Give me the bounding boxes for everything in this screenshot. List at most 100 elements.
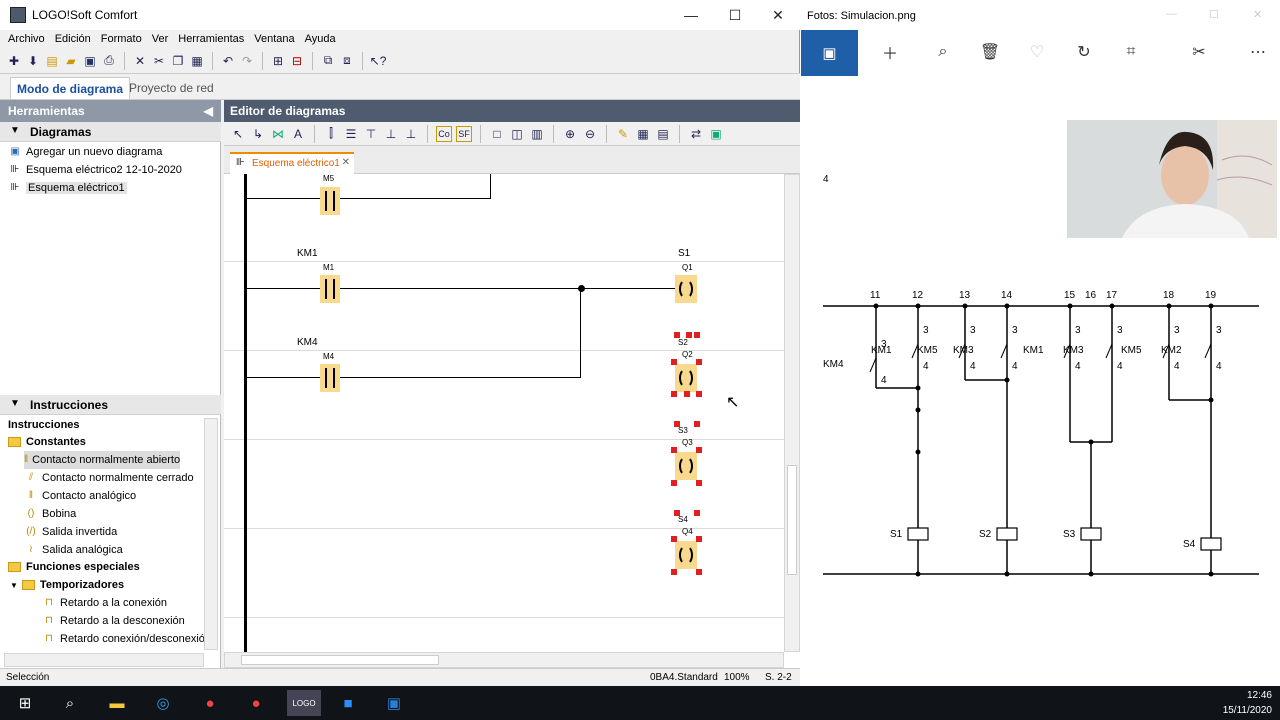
- photos-app-icon[interactable]: ▣: [379, 690, 409, 716]
- align-left-icon[interactable]: ⫿: [323, 126, 339, 142]
- menu-edicion[interactable]: Edición: [55, 33, 91, 45]
- selection-handle[interactable]: [696, 447, 702, 453]
- tree-item-analog-contact[interactable]: ‖ Contacto analógico: [24, 487, 136, 505]
- crop-icon[interactable]: ⌗: [1117, 38, 1145, 66]
- menu-archivo[interactable]: Archivo: [8, 33, 45, 45]
- search-icon[interactable]: ⌕: [55, 690, 85, 716]
- tree-item-on-delay[interactable]: ⊓ Retardo a la conexión: [42, 594, 167, 612]
- view-split-icon[interactable]: ◫: [509, 126, 525, 142]
- chrome-profile-icon[interactable]: ●: [241, 690, 271, 716]
- transfer-to-logo-icon[interactable]: ⊟: [289, 53, 305, 69]
- tab-modo-diagrama[interactable]: Modo de diagrama: [10, 77, 131, 99]
- canvas-hscrollbar[interactable]: [224, 652, 784, 668]
- online-test-icon[interactable]: ▣: [708, 126, 724, 142]
- align-center-icon[interactable]: ☰: [343, 126, 359, 142]
- new-icon[interactable]: ✚: [6, 53, 22, 69]
- menu-ayuda[interactable]: Ayuda: [305, 33, 336, 45]
- tab-esquema-electrico1[interactable]: ⊪ Esquema eléctrico1 ✕: [230, 152, 354, 174]
- distribute-icon[interactable]: ⊥: [383, 126, 399, 142]
- tree-item-inverted-output[interactable]: (/) Salida invertida: [24, 523, 117, 541]
- tree-node-temporizadores[interactable]: ▼ Temporizadores: [10, 576, 124, 594]
- select-tool-icon[interactable]: ↖: [230, 126, 246, 142]
- selection-handle[interactable]: [696, 480, 702, 486]
- selection-handle[interactable]: [694, 332, 700, 338]
- menu-herramientas[interactable]: Herramientas: [178, 33, 244, 45]
- zoom-app-icon[interactable]: ■: [333, 690, 363, 716]
- distribute-v-icon[interactable]: ⊥: [403, 126, 419, 142]
- contact-m4[interactable]: [320, 364, 340, 392]
- collapse-left-icon[interactable]: ◀: [204, 104, 213, 118]
- file-explorer-icon[interactable]: ▬: [102, 690, 132, 716]
- close-button[interactable]: ✕: [755, 0, 801, 30]
- coil-q3[interactable]: [675, 452, 697, 480]
- save-icon[interactable]: ▣: [82, 53, 98, 69]
- window2-icon[interactable]: ⧈: [339, 53, 355, 69]
- selection-handle[interactable]: [671, 536, 677, 542]
- cut-icon[interactable]: ✂: [151, 53, 167, 69]
- grid-icon[interactable]: ▦: [635, 126, 651, 142]
- scroll-thumb[interactable]: [787, 465, 797, 575]
- selection-handle[interactable]: [671, 480, 677, 486]
- download-icon[interactable]: ⬇: [25, 53, 41, 69]
- sf-icon[interactable]: SF: [456, 125, 472, 142]
- view-triple-icon[interactable]: ▥: [529, 126, 545, 142]
- list-item-add-diagram[interactable]: ▣ Agregar un nuevo diagrama: [8, 143, 162, 161]
- selection-handle[interactable]: [684, 391, 690, 397]
- delete-icon[interactable]: ✕: [132, 53, 148, 69]
- ladder-canvas[interactable]: M5 KM1 M1 S1 Q1 KM4 M4 S2 Q2 S3 Q3 S4 Q4…: [224, 174, 784, 652]
- tree-node-funciones-especiales[interactable]: Funciones especiales: [8, 558, 140, 576]
- transfer-to-pc-icon[interactable]: ⊞: [270, 53, 286, 69]
- contact-m5[interactable]: [320, 187, 340, 215]
- selection-handle[interactable]: [694, 421, 700, 427]
- contact-m1[interactable]: [320, 275, 340, 303]
- selection-handle[interactable]: [674, 332, 680, 338]
- zoom-out-icon[interactable]: ⊖: [582, 126, 598, 142]
- selection-handle[interactable]: [696, 536, 702, 542]
- diagrams-section[interactable]: ▼ Diagramas: [0, 122, 221, 142]
- tree-item-no-contact[interactable]: ‖ Contacto normalmente abierto: [24, 451, 180, 469]
- selection-handle[interactable]: [686, 332, 692, 338]
- canvas-vscrollbar[interactable]: [784, 174, 800, 652]
- instructions-section[interactable]: ▼ Instrucciones: [0, 395, 221, 415]
- tree-hscrollbar[interactable]: [4, 653, 204, 667]
- logo-soft-icon[interactable]: LOGO: [287, 690, 321, 716]
- menu-ventana[interactable]: Ventana: [254, 33, 294, 45]
- tree-item-on-off-delay[interactable]: ⊓ Retardo conexión/desconexión: [42, 630, 211, 648]
- tree-item-off-delay[interactable]: ⊓ Retardo a la desconexión: [42, 612, 185, 630]
- selection-handle[interactable]: [696, 569, 702, 575]
- tree-scrollbar[interactable]: [204, 418, 218, 650]
- simulation-icon[interactable]: ▤: [655, 126, 671, 142]
- new-file-icon[interactable]: ▤: [44, 53, 60, 69]
- edge-icon[interactable]: ◎: [148, 690, 178, 716]
- edit-icon[interactable]: ✂: [1185, 38, 1213, 66]
- close-tab-icon[interactable]: ✕: [342, 157, 350, 168]
- tree-item-nc-contact[interactable]: ⫽ Contacto normalmente cerrado: [24, 469, 194, 487]
- add-icon[interactable]: ＋: [876, 38, 904, 66]
- view-single-icon[interactable]: □: [489, 126, 505, 142]
- highlight-icon[interactable]: ✎: [615, 126, 631, 142]
- minimize-button[interactable]: —: [668, 0, 714, 30]
- coil-q4[interactable]: [675, 541, 697, 569]
- selection-handle[interactable]: [696, 391, 702, 397]
- selection-handle[interactable]: [671, 569, 677, 575]
- maximize-button[interactable]: ☐: [712, 0, 758, 30]
- selection-handle[interactable]: [674, 510, 680, 516]
- paste-icon[interactable]: ▦: [189, 53, 205, 69]
- coil-q1[interactable]: [675, 275, 697, 303]
- redo-icon[interactable]: ↷: [239, 53, 255, 69]
- tree-root-instrucciones[interactable]: Instrucciones: [8, 416, 80, 434]
- tree-node-constantes[interactable]: Constantes: [8, 433, 86, 451]
- window-icon[interactable]: ⧉: [320, 53, 336, 69]
- selection-handle[interactable]: [671, 359, 677, 365]
- undo-icon[interactable]: ↶: [220, 53, 236, 69]
- image-view-icon[interactable]: ▣: [801, 30, 858, 76]
- copy-icon[interactable]: ❐: [170, 53, 186, 69]
- text-tool-icon[interactable]: A: [290, 126, 306, 142]
- rotate-icon[interactable]: ↻: [1070, 38, 1098, 66]
- list-item-diagram1[interactable]: ⊪ Esquema eléctrico1: [8, 179, 127, 197]
- selection-handle[interactable]: [674, 421, 680, 427]
- favorite-icon[interactable]: ♡: [1023, 38, 1051, 66]
- zoom-in-icon[interactable]: ⊕: [562, 126, 578, 142]
- more-icon[interactable]: ⋯: [1244, 38, 1272, 66]
- list-item-diagram2[interactable]: ⊪ Esquema eléctrico2 12-10-2020: [8, 161, 182, 179]
